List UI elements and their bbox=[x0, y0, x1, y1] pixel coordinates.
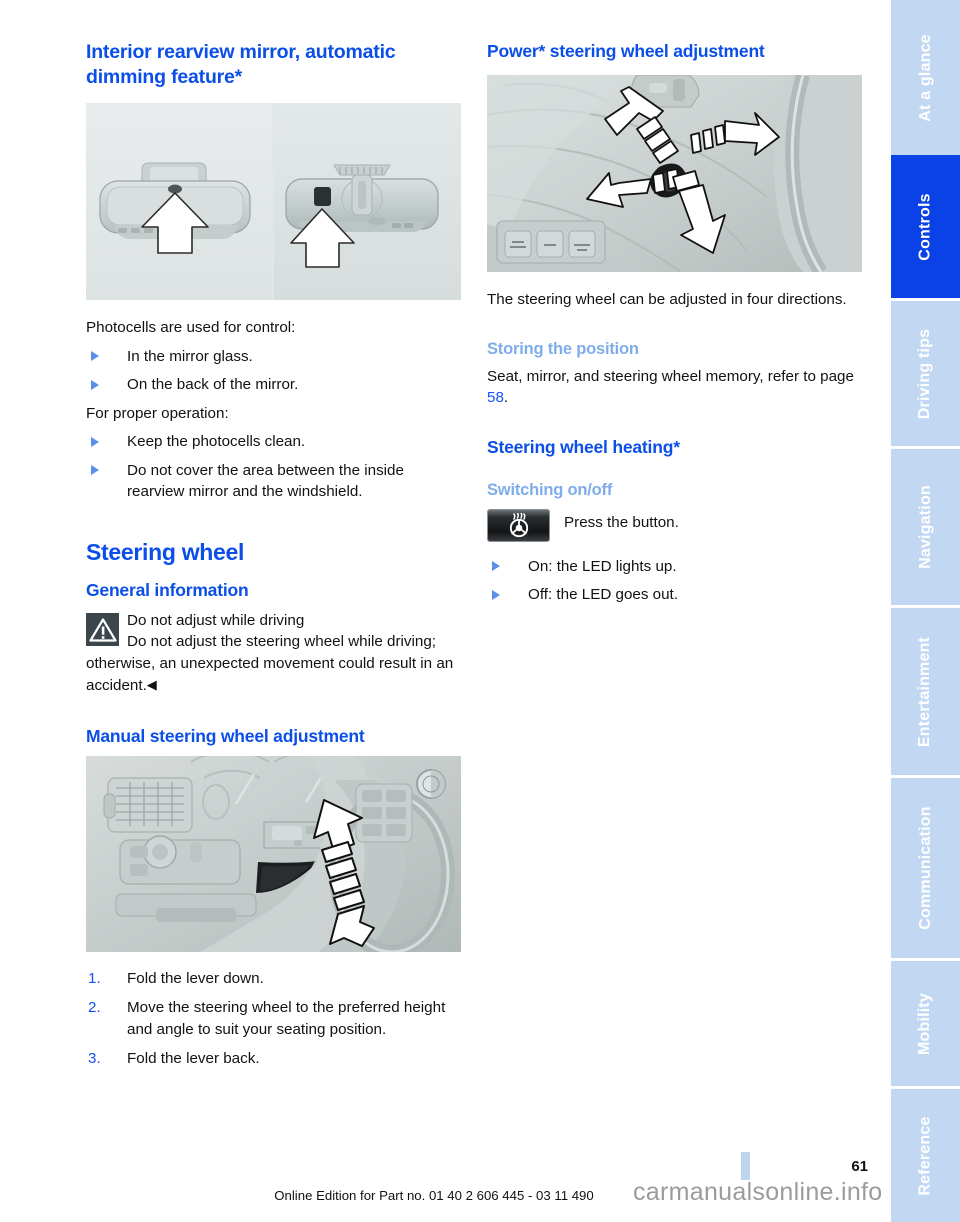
list-item-label: In the mirror glass. bbox=[127, 347, 253, 365]
tab-label: Entertainment bbox=[916, 636, 934, 747]
proper-operation-list: Keep the photocells clean. Do not cover … bbox=[86, 431, 461, 503]
tab-label: Controls bbox=[916, 192, 934, 261]
page-number: 61 bbox=[851, 1158, 868, 1175]
heating-button-row: Press the button. bbox=[487, 507, 862, 542]
right-column: Power* steering wheel adjustment The ste… bbox=[487, 40, 862, 613]
bullet-triangle-icon bbox=[91, 379, 99, 390]
list-item: Do not cover the area between the inside… bbox=[86, 460, 461, 503]
list-item-label: Keep the photocells clean. bbox=[127, 433, 306, 450]
dashboard-illustration bbox=[86, 755, 461, 952]
tab-communication[interactable]: Communication bbox=[891, 778, 960, 958]
watermark: carmanualsonline.info bbox=[633, 1178, 883, 1206]
heading-manual-steering-wheel-adjustment: Manual steering wheel adjustment bbox=[86, 725, 365, 746]
list-item: 1. Fold the lever down. bbox=[86, 968, 461, 990]
warning-body: Do not adjust the steering wheel while d… bbox=[86, 633, 454, 694]
warning-triangle-icon bbox=[86, 612, 119, 646]
manual-adjustment-steps: 1. Fold the lever down. 2. Move the stee… bbox=[86, 968, 461, 1070]
list-item-label: On the back of the mirror. bbox=[127, 376, 299, 393]
tab-label: Communication bbox=[916, 806, 934, 930]
step-label: Fold the lever down. bbox=[127, 969, 264, 987]
bullet-triangle-icon bbox=[91, 465, 99, 475]
led-state-list: On: the LED lights up. Off: the LED goes… bbox=[487, 556, 862, 606]
tab-at-a-glance[interactable]: At a glance bbox=[891, 0, 960, 155]
mirror-illustration bbox=[86, 103, 461, 300]
figure-manual-steering-wheel-adjustment bbox=[86, 755, 461, 952]
tab-label: At a glance bbox=[916, 33, 934, 122]
tab-entertainment[interactable]: Entertainment bbox=[891, 608, 960, 775]
left-column: Interior rearview mirror, automatic dimm… bbox=[86, 40, 461, 1077]
warning-end-marker: ◀ bbox=[146, 677, 157, 692]
list-item: Off: the LED goes out. bbox=[487, 584, 862, 606]
figure-power-steering-wheel-adjustment bbox=[487, 75, 862, 272]
photocell-location-list: In the mirror glass. On the back of the … bbox=[86, 346, 461, 396]
tab-reference[interactable]: Reference bbox=[891, 1089, 960, 1222]
tab-label: Mobility bbox=[916, 992, 934, 1055]
list-item-label: Off: the LED goes out. bbox=[528, 586, 678, 603]
list-item: On: the LED lights up. bbox=[487, 556, 862, 578]
tab-navigation[interactable]: Navigation bbox=[891, 449, 960, 605]
press-the-button-caption: Press the button. bbox=[564, 513, 679, 531]
page-reference-link[interactable]: 58 bbox=[487, 389, 504, 406]
step-number: 2. bbox=[88, 998, 101, 1016]
figure-interior-rearview-mirror bbox=[86, 103, 461, 300]
storing-the-position-text: Seat, mirror, and steering wheel memory,… bbox=[487, 366, 862, 409]
tab-mobility[interactable]: Mobility bbox=[891, 961, 960, 1086]
tab-controls[interactable]: Controls bbox=[891, 155, 960, 298]
list-item: 3. Fold the lever back. bbox=[86, 1048, 461, 1070]
heading-general-information: General information bbox=[86, 579, 249, 600]
step-label: Fold the lever back. bbox=[127, 1049, 260, 1067]
section-title-steering-wheel: Steering wheel bbox=[86, 538, 245, 565]
heading-storing-the-position: Storing the position bbox=[487, 339, 639, 358]
bullet-triangle-icon bbox=[492, 561, 500, 571]
list-item: In the mirror glass. bbox=[86, 346, 461, 368]
heading-steering-wheel-heating: Steering wheel heating* bbox=[487, 436, 680, 457]
power-adjust-illustration bbox=[487, 75, 862, 272]
power-adjust-description: The steering wheel can be adjusted in fo… bbox=[487, 291, 847, 308]
storing-text-after: . bbox=[503, 389, 509, 406]
list-item: On the back of the mirror. bbox=[86, 374, 461, 396]
manual-page: Interior rearview mirror, automatic dimm… bbox=[0, 0, 960, 1222]
tab-label: Navigation bbox=[916, 485, 934, 569]
warning-block: Do not adjust while driving Do not adjus… bbox=[86, 610, 461, 697]
tab-label: Reference bbox=[916, 1115, 934, 1196]
tab-label: Driving tips bbox=[916, 328, 934, 419]
list-item: Keep the photocells clean. bbox=[86, 431, 461, 453]
list-item-label: On: the LED lights up. bbox=[528, 557, 677, 575]
page-title-interior-rearview-mirror: Interior rearview mirror, automatic dimm… bbox=[86, 41, 396, 88]
steering-wheel-heating-icon[interactable] bbox=[487, 508, 550, 542]
step-number: 3. bbox=[88, 1049, 101, 1067]
section-tab-bar: At a glance Controls Driving tips Naviga… bbox=[891, 0, 960, 1222]
list-item: 2. Move the steering wheel to the prefer… bbox=[86, 997, 461, 1041]
heading-power-steering-wheel-adjustment: Power* steering wheel adjustment bbox=[487, 41, 765, 61]
bullet-triangle-icon bbox=[492, 589, 500, 600]
bullet-triangle-icon bbox=[91, 436, 99, 447]
bullet-triangle-icon bbox=[91, 351, 99, 361]
heading-switching-on-off: Switching on/off bbox=[487, 480, 613, 499]
step-number: 1. bbox=[88, 969, 101, 987]
list-item-label: Do not cover the area between the inside… bbox=[127, 461, 404, 501]
warning-title: Do not adjust while driving bbox=[127, 611, 305, 629]
photocells-intro: Photocells are used for control: bbox=[86, 319, 296, 336]
step-label: Move the steering wheel to the preferred… bbox=[127, 998, 446, 1038]
proper-operation-intro: For proper operation: bbox=[86, 404, 229, 422]
tab-driving-tips[interactable]: Driving tips bbox=[891, 301, 960, 446]
storing-text-before: Seat, mirror, and steering wheel memory,… bbox=[487, 367, 854, 385]
